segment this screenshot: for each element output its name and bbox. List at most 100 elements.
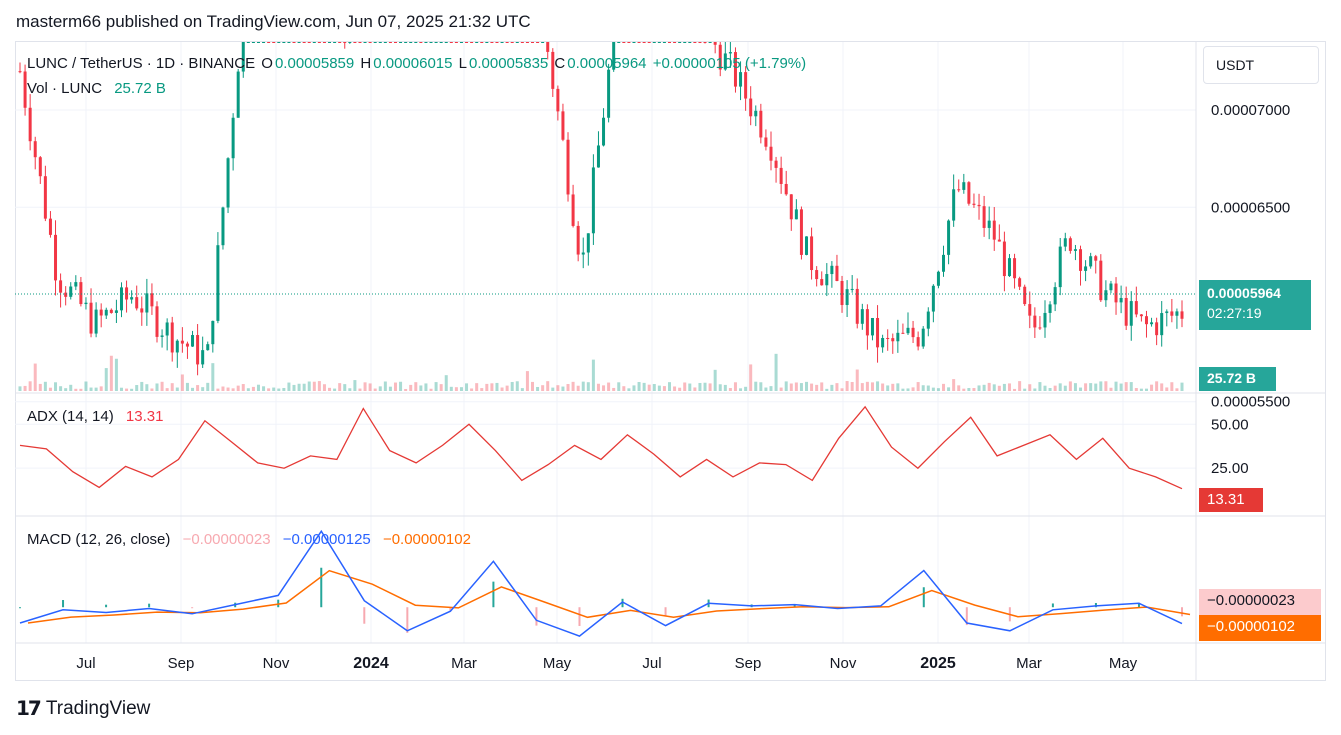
candle-body bbox=[596, 145, 600, 168]
candle-body bbox=[353, 42, 357, 43]
chart-canvas[interactable]: 0.00007000 0.00006500 0.00005500 50.00 25.0… bbox=[0, 0, 1341, 735]
volume-bar bbox=[810, 383, 814, 391]
time-tick-label: May bbox=[543, 655, 572, 672]
time-tick-label: Jul bbox=[76, 655, 95, 672]
volume-bar bbox=[926, 385, 930, 391]
candle-body bbox=[769, 146, 773, 161]
candle-body bbox=[125, 287, 129, 300]
candle-body bbox=[835, 265, 839, 281]
candle-body bbox=[688, 42, 692, 43]
volume-bar bbox=[307, 381, 311, 391]
volume-bar bbox=[439, 384, 443, 391]
adx-label: ADX (14, 14) bbox=[27, 408, 114, 425]
candle-body bbox=[815, 270, 819, 280]
high-label: H bbox=[360, 55, 372, 72]
volume-bar bbox=[637, 382, 641, 391]
volume-bar bbox=[18, 386, 22, 391]
macd-hist-badge: −0.00000023 bbox=[1199, 589, 1321, 615]
candle-body bbox=[434, 42, 438, 43]
volume-bar bbox=[434, 382, 438, 391]
candle-body bbox=[373, 42, 377, 43]
candle-body bbox=[302, 42, 306, 43]
volume-bar bbox=[921, 385, 925, 391]
candle-body bbox=[256, 42, 260, 43]
candle-body bbox=[69, 286, 73, 297]
candle-body bbox=[393, 42, 397, 43]
volume-bar bbox=[1063, 385, 1067, 391]
volume-bar bbox=[1058, 383, 1062, 391]
candle-body bbox=[759, 110, 763, 138]
volume-bar bbox=[1180, 382, 1184, 391]
volume-bar bbox=[322, 384, 326, 391]
candle-body bbox=[246, 42, 250, 43]
candle-body bbox=[749, 98, 753, 117]
last-price-value: 0.00005964 bbox=[1207, 285, 1281, 301]
candle-body bbox=[267, 42, 271, 43]
time-tick-label: Sep bbox=[735, 655, 762, 672]
signal-line bbox=[27, 569, 1191, 624]
volume-bar bbox=[825, 388, 829, 391]
volume-bar bbox=[668, 382, 672, 391]
candle-body bbox=[1063, 238, 1067, 247]
volume-bar bbox=[596, 383, 600, 391]
candle-body bbox=[99, 309, 103, 316]
volume-bar bbox=[936, 388, 940, 391]
volume-bar bbox=[591, 359, 595, 391]
volume-bar bbox=[942, 383, 946, 391]
macd-legend: MACD (12, 26, close) −0.00000023 −0.0000… bbox=[27, 531, 473, 548]
volume-bar bbox=[287, 382, 291, 391]
volume-bar bbox=[409, 384, 413, 391]
candle-body bbox=[338, 42, 342, 43]
candle-body bbox=[1155, 322, 1159, 336]
volume-bar bbox=[815, 384, 819, 391]
candle-body bbox=[282, 42, 286, 43]
candle-body bbox=[1124, 297, 1128, 326]
volume-bar bbox=[754, 381, 758, 391]
candle-body bbox=[454, 42, 458, 43]
candle-body bbox=[602, 117, 606, 146]
volume-bar bbox=[901, 388, 905, 391]
volume-bar bbox=[1013, 388, 1017, 391]
volume-bar bbox=[69, 384, 73, 391]
candle-body bbox=[28, 107, 32, 142]
candle-body bbox=[693, 42, 697, 43]
time-tick-label: Jul bbox=[642, 655, 661, 672]
volume-bar bbox=[505, 385, 509, 391]
candle-body bbox=[130, 297, 134, 300]
volume-bar bbox=[1139, 388, 1143, 391]
adx-line bbox=[19, 405, 1183, 490]
candle-body bbox=[1038, 327, 1042, 329]
candle-body bbox=[896, 332, 900, 342]
volume-bar bbox=[581, 381, 585, 391]
candle-body bbox=[926, 311, 930, 329]
volume-bar bbox=[617, 382, 621, 391]
candle-body bbox=[33, 141, 37, 158]
volume-bar bbox=[850, 382, 854, 391]
candle-body bbox=[378, 42, 382, 43]
candle-body bbox=[358, 42, 362, 43]
candles bbox=[18, 42, 1184, 376]
volume-bar bbox=[931, 387, 935, 391]
volume-bar bbox=[317, 381, 321, 391]
candle-body bbox=[571, 194, 575, 226]
close-value: 0.00005964 bbox=[567, 55, 647, 72]
candle-body bbox=[901, 332, 905, 334]
candle-body bbox=[170, 322, 174, 353]
candle-body bbox=[992, 220, 996, 240]
candle-body bbox=[774, 160, 778, 168]
footer-brand[interactable]: 𝟭𝟳 TradingView bbox=[16, 696, 150, 721]
volume-bar bbox=[1165, 387, 1169, 391]
volume-bar bbox=[373, 388, 377, 391]
volume-bar bbox=[125, 388, 129, 391]
candle-body bbox=[840, 280, 844, 306]
volume-label: Vol · LUNC bbox=[27, 80, 103, 97]
candle-body bbox=[383, 42, 387, 43]
volume-bar bbox=[419, 385, 423, 391]
volume-bar bbox=[662, 386, 666, 391]
currency-button[interactable]: USDT bbox=[1203, 46, 1319, 84]
candle-body bbox=[449, 42, 453, 43]
volume-bar bbox=[744, 386, 748, 391]
volume-bar bbox=[150, 388, 154, 391]
candle-body bbox=[1023, 286, 1027, 305]
volume-bar bbox=[733, 382, 737, 391]
